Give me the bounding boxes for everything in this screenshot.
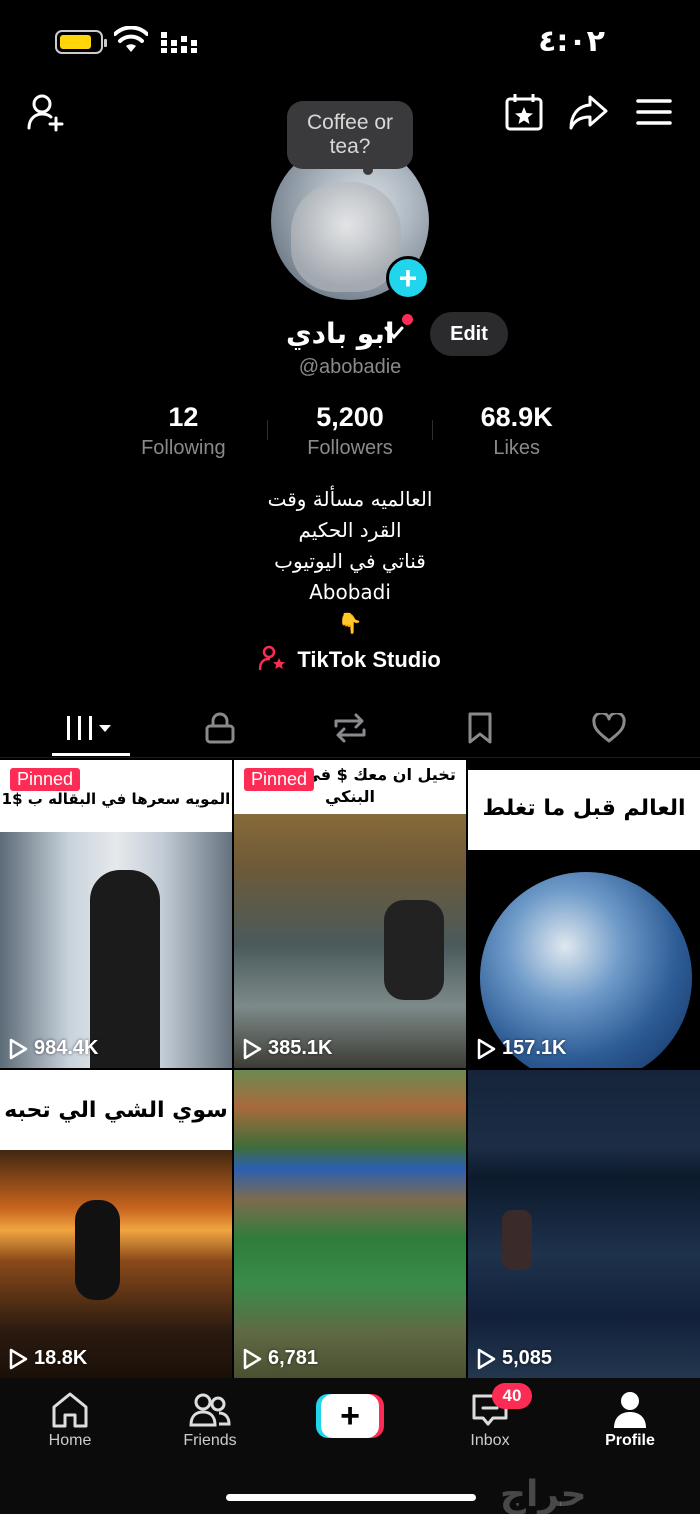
pinned-badge: Pinned — [10, 768, 81, 791]
play-icon — [477, 1038, 496, 1059]
active-tab-indicator — [52, 753, 130, 756]
bio-line: 👇 — [337, 611, 363, 635]
nav-profile-label: Profile — [605, 1432, 655, 1449]
tab-saved[interactable] — [430, 702, 530, 754]
tiktok-studio-link[interactable]: TikTok Studio — [0, 645, 700, 673]
notification-dot — [402, 314, 413, 325]
view-count: 18.8K — [8, 1347, 87, 1370]
studio-person-star-icon — [258, 645, 286, 671]
battery-icon — [55, 30, 107, 54]
following-count: 12 — [168, 402, 199, 432]
video-thumbnail[interactable]: تخيل ان معك $ في حسابك البنكي Pinned 385… — [234, 760, 466, 1068]
nav-inbox-label: Inbox — [470, 1432, 510, 1449]
lock-icon — [205, 712, 235, 744]
video-thumbnail[interactable]: 6,781 — [234, 1070, 466, 1378]
bio: العالميه مسألة وقت القرد الحكيم قناتي في… — [0, 484, 700, 639]
add-user-icon[interactable] — [26, 92, 66, 132]
calendar-star-icon[interactable] — [504, 92, 544, 132]
bio-line: العالميه مسألة وقت — [267, 487, 433, 511]
tab-videos[interactable] — [40, 702, 140, 754]
tab-liked[interactable] — [559, 702, 659, 754]
repost-icon — [334, 713, 366, 743]
play-icon — [9, 1038, 28, 1059]
friends-icon — [189, 1393, 231, 1427]
speech-bubble-text: Coffee or tea? — [307, 111, 393, 158]
chevron-down-icon[interactable] — [384, 326, 404, 340]
video-thumbnail[interactable]: المويه سعرها في البقاله ب $1 Pinned 984.… — [0, 760, 232, 1068]
add-story-plus-icon[interactable]: + — [386, 256, 430, 300]
pinned-badge: Pinned — [244, 768, 315, 791]
tab-private[interactable] — [170, 702, 270, 754]
bio-line: قناتي في اليوتيوب — [274, 549, 426, 573]
nav-home-label: Home — [48, 1432, 92, 1449]
view-count: 5,085 — [476, 1347, 552, 1370]
inbox-badge: 40 — [492, 1383, 532, 1409]
stat-likes[interactable]: 68.9K Likes — [433, 402, 600, 462]
play-icon — [9, 1348, 28, 1369]
nav-friends-label: Friends — [183, 1432, 237, 1449]
display-name[interactable]: ابو بادي — [286, 317, 394, 350]
create-button[interactable]: + — [316, 1394, 384, 1438]
play-icon — [243, 1038, 262, 1059]
nav-home[interactable]: Home — [20, 1388, 120, 1450]
video-thumbnail[interactable]: العالم قبل ما تغلط 157.1K — [468, 760, 700, 1068]
nav-profile[interactable]: Profile — [580, 1388, 680, 1450]
plus-icon: + — [321, 1394, 379, 1438]
grid-bars-icon — [67, 716, 111, 740]
nav-friends[interactable]: Friends — [160, 1388, 260, 1450]
studio-label: TikTok Studio — [297, 647, 441, 672]
share-icon[interactable] — [568, 92, 608, 132]
likes-label: Likes — [493, 437, 541, 459]
view-count: 984.4K — [8, 1037, 99, 1060]
view-count: 6,781 — [242, 1347, 318, 1370]
status-time: ٤:٠٢ — [538, 24, 605, 59]
content-tabs — [0, 702, 700, 758]
stat-following[interactable]: 12 Following — [100, 402, 267, 462]
tab-reposts[interactable] — [300, 702, 400, 754]
status-bar: ٤:٠٢ — [0, 0, 700, 80]
play-icon — [477, 1348, 496, 1369]
edit-profile-button[interactable]: Edit — [430, 312, 508, 356]
username-handle: @abobadie — [298, 356, 402, 378]
home-icon — [52, 1392, 88, 1428]
speech-bubble[interactable]: Coffee or tea? — [287, 101, 413, 175]
following-label: Following — [141, 437, 226, 459]
followers-count: 5,200 — [316, 402, 384, 432]
signal-icon — [161, 32, 197, 53]
play-icon — [243, 1348, 262, 1369]
video-thumbnail[interactable]: 5,085 — [468, 1070, 700, 1378]
watermark-logo: حراج — [500, 1474, 587, 1514]
bookmark-icon — [468, 712, 492, 744]
wifi-icon — [114, 26, 148, 52]
home-indicator[interactable] — [226, 1494, 476, 1501]
video-caption: العالم قبل ما تغلط — [468, 770, 700, 850]
menu-icon[interactable] — [634, 92, 674, 132]
followers-label: Followers — [307, 437, 393, 459]
bio-line: القرد الحكيم — [298, 518, 402, 542]
profile-icon — [614, 1392, 646, 1428]
heart-icon — [592, 713, 626, 743]
profile-stats: 12 Following 5,200 Followers 68.9K Likes — [100, 402, 600, 462]
video-caption: سوي الشي الي تحبه — [0, 1070, 232, 1150]
view-count: 385.1K — [242, 1037, 333, 1060]
stat-followers[interactable]: 5,200 Followers — [266, 402, 434, 462]
video-thumbnail[interactable]: سوي الشي الي تحبه 18.8K — [0, 1070, 232, 1378]
likes-count: 68.9K — [480, 402, 553, 432]
bio-line: Abobadi — [309, 580, 391, 604]
view-count: 157.1K — [476, 1037, 567, 1060]
